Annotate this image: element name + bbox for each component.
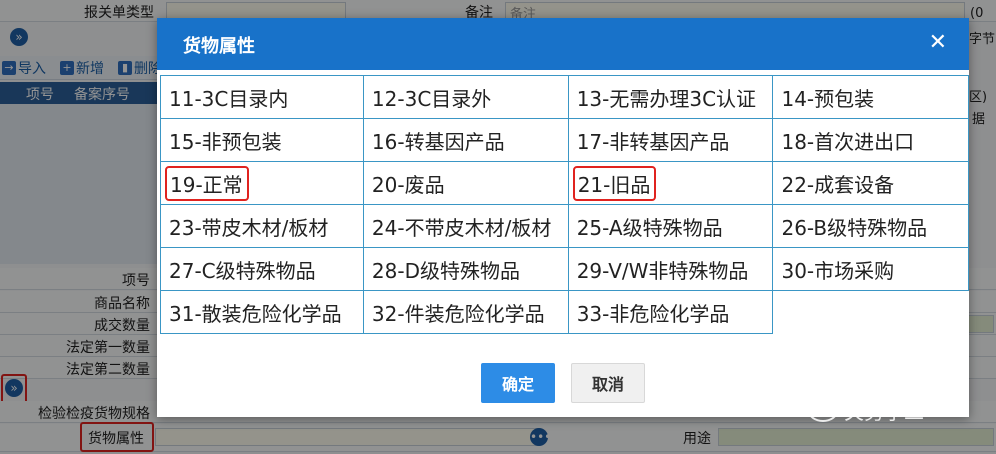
goods-attribute-option[interactable]: 21-旧品 (567, 161, 774, 205)
option-label: 23-带皮木材/板材 (169, 215, 329, 240)
option-label: 12-3C目录外 (371, 86, 492, 111)
option-label: 29-V/W非特殊物品 (576, 258, 749, 283)
option-label: 14-预包装 (781, 86, 875, 111)
option-label: 19-正常 (165, 165, 249, 201)
goods-attribute-option[interactable]: 32-件装危险化学品 (362, 290, 569, 334)
dialog-title: 货物属性 (183, 36, 255, 57)
option-label: 22-成套设备 (781, 172, 895, 197)
goods-attribute-dialog: 货物属性 ✕ 11-3C目录内 12-3C目录外 13-无需办理3C认证 14-预包装… (157, 18, 969, 417)
option-label: 31-散装危险化学品 (169, 301, 342, 326)
options-row: 23-带皮木材/板材 24-不带皮木材/板材 25-A级特殊物品 26-B级特殊物品 (160, 204, 969, 248)
option-label: 11-3C目录内 (169, 86, 289, 111)
options-row: 19-正常 20-废品 21-旧品 22-成套设备 (160, 161, 969, 205)
goods-attribute-option[interactable]: 33-非危险化学品 (567, 290, 774, 334)
cancel-button[interactable]: 取消 (571, 363, 645, 403)
dialog-header: 货物属性 ✕ (157, 18, 969, 70)
close-icon[interactable]: ✕ (929, 30, 947, 55)
wechat-icon (808, 399, 838, 422)
option-label: 13-无需办理3C认证 (576, 86, 757, 111)
option-label: 20-废品 (371, 172, 445, 197)
options-row: 11-3C目录内 12-3C目录外 13-无需办理3C认证 14-预包装 (160, 75, 969, 119)
option-label: 32-件装危险化学品 (371, 301, 545, 326)
goods-attribute-option[interactable]: 14-预包装 (772, 75, 969, 119)
option-label: 26-B级特殊物品 (781, 215, 928, 240)
option-label: 24-不带皮木材/板材 (371, 215, 552, 240)
option-label: 21-旧品 (572, 165, 657, 201)
goods-attribute-option[interactable]: 18-首次进出口 (772, 118, 969, 162)
goods-attribute-option[interactable]: 28-D级特殊物品 (362, 247, 569, 291)
empty-cell (773, 291, 969, 334)
goods-attribute-option[interactable]: 25-A级特殊物品 (567, 204, 774, 248)
option-label: 15-非预包装 (169, 129, 282, 154)
option-label: 30-市场采购 (781, 258, 895, 283)
option-label: 25-A级特殊物品 (576, 215, 723, 240)
watermark-text: 关务小二 (844, 400, 924, 424)
option-label: 17-非转基因产品 (576, 129, 730, 154)
goods-attribute-option[interactable]: 19-正常 (160, 161, 364, 205)
watermark: 关务小二 (808, 396, 924, 425)
goods-attribute-option[interactable]: 22-成套设备 (772, 161, 969, 205)
goods-attribute-option[interactable]: 30-市场采购 (772, 247, 969, 291)
goods-attribute-option[interactable]: 17-非转基因产品 (567, 118, 774, 162)
options-row: 31-散装危险化学品 32-件装危险化学品 33-非危险化学品 (160, 290, 969, 334)
option-label: 27-C级特殊物品 (169, 258, 316, 283)
option-label: 16-转基因产品 (371, 129, 505, 154)
goods-attribute-options: 11-3C目录内 12-3C目录外 13-无需办理3C认证 14-预包装 15-非预包装… (160, 75, 969, 334)
goods-attribute-option[interactable]: 23-带皮木材/板材 (160, 204, 364, 248)
goods-attribute-option[interactable]: 15-非预包装 (160, 118, 364, 162)
goods-attribute-option[interactable]: 27-C级特殊物品 (160, 247, 364, 291)
option-label: 18-首次进出口 (781, 129, 915, 154)
option-label: 28-D级特殊物品 (371, 258, 520, 283)
goods-attribute-option[interactable]: 24-不带皮木材/板材 (362, 204, 569, 248)
goods-attribute-option[interactable]: 20-废品 (362, 161, 569, 205)
goods-attribute-option[interactable]: 13-无需办理3C认证 (567, 75, 774, 119)
goods-attribute-option[interactable]: 12-3C目录外 (362, 75, 569, 119)
confirm-button[interactable]: 确定 (481, 363, 555, 403)
goods-attribute-option[interactable]: 26-B级特殊物品 (772, 204, 969, 248)
options-row: 15-非预包装 16-转基因产品 17-非转基因产品 18-首次进出口 (160, 118, 969, 162)
goods-attribute-option[interactable]: 11-3C目录内 (160, 75, 364, 119)
goods-attribute-option[interactable]: 16-转基因产品 (362, 118, 569, 162)
options-row: 27-C级特殊物品 28-D级特殊物品 29-V/W非特殊物品 30-市场采购 (160, 247, 969, 291)
option-label: 33-非危险化学品 (576, 301, 730, 326)
goods-attribute-option[interactable]: 31-散装危险化学品 (160, 290, 364, 334)
goods-attribute-option[interactable]: 29-V/W非特殊物品 (567, 247, 774, 291)
